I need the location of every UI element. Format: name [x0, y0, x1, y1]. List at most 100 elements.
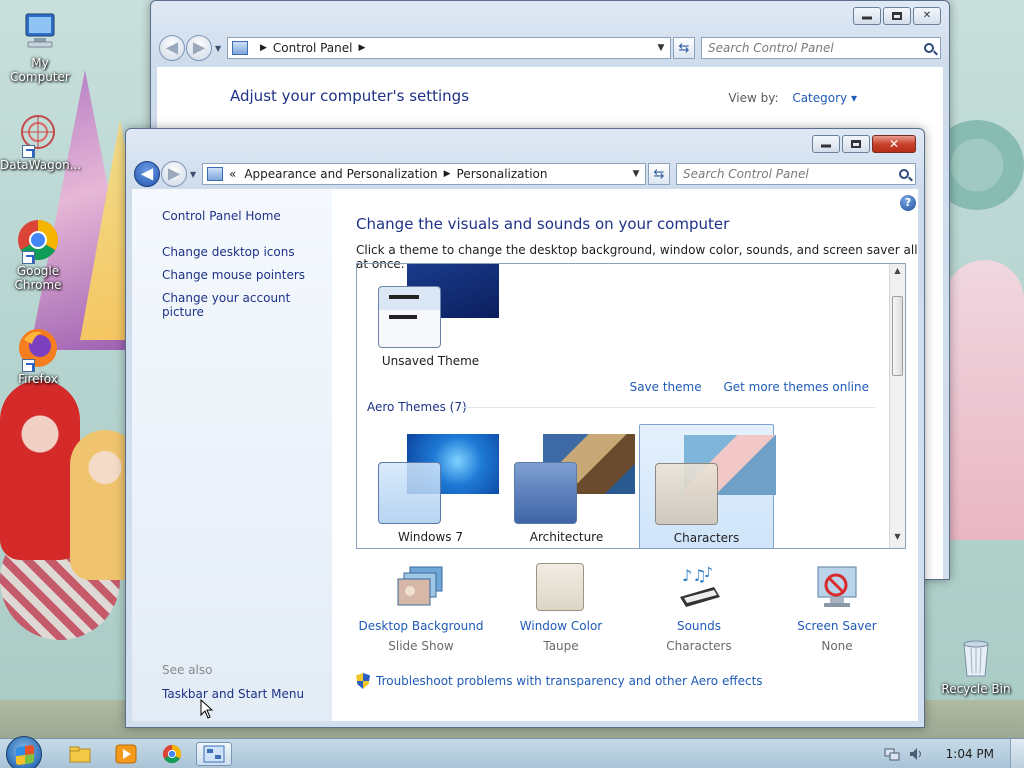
maximize-button[interactable] — [883, 7, 911, 25]
minimize-button[interactable] — [853, 7, 881, 25]
screen-saver-icon — [812, 563, 862, 613]
view-by-dropdown[interactable]: Category ▾ — [792, 91, 857, 105]
back-button[interactable]: ◀ — [159, 35, 185, 61]
address-dropdown-icon[interactable]: ▼ — [627, 169, 645, 179]
setting-value: None — [821, 639, 853, 653]
sidebar-change-desktop-icons[interactable]: Change desktop icons — [162, 245, 295, 259]
personalization-content: Control Panel Home Change desktop icons … — [132, 189, 918, 721]
wallpaper-doll — [0, 380, 80, 560]
theme-architecture[interactable]: Architecture — [499, 424, 635, 548]
theme-unsaved[interactable]: Unsaved Theme — [363, 264, 499, 373]
theme-window-preview — [378, 462, 441, 524]
breadcrumb-appearance[interactable]: Appearance and Personalization — [244, 167, 437, 181]
search-placeholder: Search Control Panel — [708, 41, 834, 55]
desktop-icon-recycle-bin[interactable]: Recycle Bin — [938, 636, 1014, 696]
start-button[interactable] — [6, 736, 42, 768]
theme-windows-7[interactable]: Windows 7 — [363, 424, 499, 548]
breadcrumb-overflow-icon[interactable]: « — [229, 167, 236, 181]
recent-pages-dropdown-icon[interactable]: ▼ — [190, 170, 200, 179]
troubleshoot-link[interactable]: Troubleshoot problems with transparency … — [356, 673, 763, 689]
caption-buttons: ✕ — [812, 135, 916, 153]
personalization-window[interactable]: ✕ ◀ ▶ ▼ « Appearance and Personalization… — [125, 128, 925, 728]
taskbar-media-player-button[interactable] — [108, 742, 144, 766]
breadcrumb-personalization[interactable]: Personalization — [457, 167, 548, 181]
address-bar[interactable]: « Appearance and Personalization ▶ Perso… — [202, 163, 646, 185]
scroll-thumb[interactable] — [892, 296, 903, 376]
breadcrumb-separator-icon[interactable]: ▶ — [444, 169, 451, 179]
sounds-setting[interactable]: ♪♫ ♪ Sounds Characters — [634, 563, 764, 653]
search-icon[interactable] — [924, 43, 934, 53]
scroll-down-icon[interactable]: ▼ — [890, 532, 905, 546]
view-by-label: View by: — [728, 91, 779, 105]
sidebar-change-mouse-pointers[interactable]: Change mouse pointers — [162, 268, 305, 282]
breadcrumb-separator-icon[interactable]: ▶ — [260, 43, 267, 53]
close-icon: ✕ — [888, 137, 900, 151]
themes-scrollbar[interactable]: ▲ ▼ — [889, 264, 905, 548]
page-title: Change the visuals and sounds on your co… — [356, 215, 730, 233]
sidebar-taskbar-start-menu[interactable]: Taskbar and Start Menu — [162, 687, 304, 701]
refresh-button[interactable]: ⇆ — [673, 37, 695, 59]
shortcut-arrow-icon — [22, 359, 35, 372]
shield-icon — [356, 673, 370, 689]
screen-saver-setting[interactable]: Screen Saver None — [772, 563, 902, 653]
back-button[interactable]: ◀ — [134, 161, 160, 187]
theme-label: Architecture — [529, 530, 604, 544]
forward-button[interactable]: ▶ — [186, 35, 212, 61]
close-button[interactable]: ✕ — [913, 7, 941, 25]
get-more-themes-link[interactable]: Get more themes online — [723, 380, 869, 394]
desktop-icon-my-computer[interactable]: My Computer — [2, 10, 78, 84]
mouse-cursor-icon — [200, 699, 214, 719]
desktop-icon-chrome[interactable]: Google Chrome — [0, 218, 76, 292]
window-color-icon — [536, 563, 586, 613]
taskbar-chrome-button[interactable] — [154, 742, 190, 766]
search-input[interactable]: Search Control Panel — [676, 163, 916, 185]
address-dropdown-icon[interactable]: ▼ — [652, 43, 670, 53]
minimize-button[interactable] — [812, 135, 840, 153]
clock[interactable]: 1:04 PM — [946, 747, 994, 761]
recent-pages-dropdown-icon[interactable]: ▼ — [215, 44, 225, 53]
desktop-background-setting[interactable]: Desktop Background Slide Show — [356, 563, 486, 653]
scroll-up-icon[interactable]: ▲ — [890, 266, 905, 280]
close-button[interactable]: ✕ — [872, 135, 916, 153]
network-icon[interactable] — [884, 746, 900, 762]
desktop-background-icon — [396, 563, 446, 613]
address-bar[interactable]: ▶ Control Panel ▶ ▼ — [227, 37, 671, 59]
search-icon[interactable] — [899, 169, 909, 179]
desktop-icon-label: Recycle Bin — [941, 682, 1011, 696]
sidebar-control-panel-home[interactable]: Control Panel Home — [162, 209, 281, 223]
breadcrumb-separator-icon[interactable]: ▶ — [359, 43, 366, 53]
desktop-icon-firefox[interactable]: Firefox — [0, 326, 76, 386]
navigation-bar: ◀ ▶ ▼ « Appearance and Personalization ▶… — [134, 161, 916, 187]
search-input[interactable]: Search Control Panel — [701, 37, 941, 59]
sidebar-change-account-picture[interactable]: Change your account picture — [162, 291, 332, 319]
refresh-button[interactable]: ⇆ — [648, 163, 670, 185]
theme-characters[interactable]: Characters — [639, 424, 776, 548]
control-panel-icon — [203, 745, 225, 763]
taskbar: 1:04 PM — [0, 736, 1024, 768]
explorer-icon — [69, 746, 91, 763]
shortcut-arrow-icon — [22, 145, 35, 158]
taskbar-control-panel-button[interactable] — [196, 742, 232, 766]
taskbar-explorer-button[interactable] — [62, 742, 98, 766]
forward-arrow-icon: ▶ — [167, 163, 181, 183]
show-desktop-button[interactable] — [1010, 739, 1024, 768]
maximize-button[interactable] — [842, 135, 870, 153]
save-theme-link[interactable]: Save theme — [630, 380, 702, 394]
aero-themes-heading: Aero Themes (7) — [367, 400, 467, 414]
forward-button[interactable]: ▶ — [161, 161, 187, 187]
themes-list[interactable]: Unsaved Theme Save theme Get more themes… — [356, 263, 906, 549]
desktop-icon-datawagon[interactable]: DataWagon... — [0, 112, 81, 172]
setting-value: Slide Show — [388, 639, 454, 653]
window-color-setting[interactable]: Window Color Taupe — [496, 563, 626, 653]
computer-icon — [18, 10, 62, 54]
divider — [461, 407, 875, 408]
datawagon-icon — [16, 112, 60, 158]
volume-icon[interactable] — [908, 746, 924, 762]
navigation-bar: ◀ ▶ ▼ ▶ Control Panel ▶ ▼ ⇆ Search Contr… — [159, 35, 941, 61]
control-panel-icon — [232, 41, 248, 55]
theme-label: Characters — [673, 531, 740, 545]
setting-value: Characters — [666, 639, 732, 653]
setting-label: Window Color — [519, 619, 603, 633]
breadcrumb-control-panel[interactable]: Control Panel — [273, 41, 353, 55]
help-button[interactable]: ? — [900, 195, 916, 211]
